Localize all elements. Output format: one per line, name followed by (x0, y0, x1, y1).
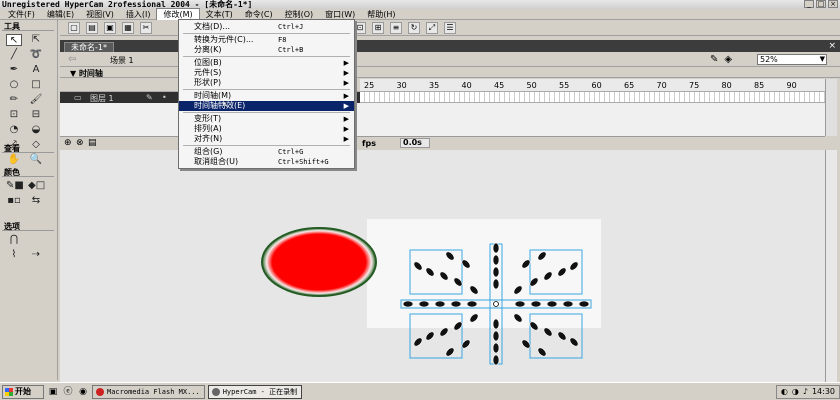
black-ellipse (425, 331, 435, 341)
hypercam-app-icon (211, 387, 220, 396)
stage-artwork (261, 227, 592, 366)
clock: 14:30 (811, 387, 835, 396)
menu-item-symbol[interactable]: 元件(S) ▶ (179, 68, 354, 78)
black-ellipse (543, 271, 553, 281)
task-flash[interactable]: Macromedia Flash MX... (92, 384, 205, 399)
tray-icon[interactable]: ◑ (792, 387, 799, 396)
black-ellipse (543, 327, 553, 337)
menu-item-ungroup[interactable]: 取消组合(U) Ctrl+Shift+G (179, 157, 354, 167)
black-ellipse (546, 300, 558, 308)
menu-item-shape[interactable]: 形状(P) ▶ (179, 78, 354, 88)
menu-separator (183, 145, 350, 146)
black-ellipse (514, 300, 526, 308)
task-hypercam-label: HyperCam - 正在录制 (222, 387, 298, 396)
desktop-icon[interactable]: ▣ (47, 386, 59, 398)
black-ellipse (439, 271, 449, 281)
menu-item-timeline[interactable]: 时间轴(M) ▶ (179, 91, 354, 101)
red-circle[interactable] (261, 227, 377, 297)
menu-separator (183, 56, 350, 57)
black-ellipse (537, 251, 547, 261)
taskbar: 开始 ▣ ⓔ ◉ Macromedia Flash MX... HyperCam… (0, 382, 840, 400)
black-ellipse (530, 300, 542, 308)
volume-icon[interactable]: ♪ (803, 387, 808, 396)
menu-item-align[interactable]: 对齐(N) ▶ (179, 134, 354, 144)
black-ellipse (439, 327, 449, 337)
task-flash-label: Macromedia Flash MX... (107, 387, 200, 396)
black-ellipse (445, 251, 455, 261)
black-ellipse (492, 278, 500, 290)
submenu-arrow-icon: ▶ (343, 92, 349, 100)
modify-menu-dropdown: 文档(D)... Ctrl+J 转换为元件(C)... F8 分离(K) Ctrl+B… (178, 19, 355, 169)
black-ellipse (578, 300, 590, 308)
black-ellipse (492, 354, 500, 366)
black-ellipse (562, 300, 574, 308)
black-ellipse (492, 342, 500, 354)
start-label: 开始 (15, 386, 31, 396)
submenu-arrow-icon: ▶ (343, 102, 349, 110)
black-ellipse (469, 313, 479, 323)
black-ellipse (492, 318, 500, 330)
menu-item-document[interactable]: 文档(D)... Ctrl+J (179, 22, 354, 32)
menu-item-group[interactable]: 组合(G) Ctrl+G (179, 147, 354, 157)
menu-item-arrange[interactable]: 排列(A) ▶ (179, 124, 354, 134)
flash-app-icon (96, 387, 104, 396)
windows-flag-icon (5, 387, 13, 396)
menu-separator (183, 89, 350, 90)
black-ellipse (569, 261, 579, 271)
system-tray: ◐ ◑ ♪ 14:30 (775, 384, 840, 399)
black-ellipse (434, 300, 446, 308)
black-ellipse (492, 242, 500, 254)
menu-item-convert-symbol[interactable]: 转换为元件(C)... F8 (179, 35, 354, 45)
black-ellipse (425, 267, 435, 277)
submenu-arrow-icon: ▶ (343, 69, 349, 77)
black-ellipse (557, 331, 567, 341)
menu-item-timeline-effects[interactable]: 时间轴特效(E) ▶ (179, 101, 354, 111)
black-ellipse (513, 313, 523, 323)
black-ellipse (492, 266, 500, 278)
mouse-cursor-icon: ↖ (222, 101, 230, 111)
black-ellipse (557, 267, 567, 277)
black-ellipse (513, 285, 523, 295)
ie-icon[interactable]: ⓔ (62, 386, 74, 398)
black-ellipse (413, 337, 423, 347)
menu-separator (183, 33, 350, 34)
submenu-arrow-icon: ▶ (343, 115, 349, 123)
black-ellipse (469, 285, 479, 295)
ellipse-pattern-group[interactable] (400, 242, 592, 366)
submenu-arrow-icon: ▶ (343, 59, 349, 67)
tray-icon[interactable]: ◐ (781, 387, 788, 396)
submenu-arrow-icon: ▶ (343, 79, 349, 87)
black-ellipse (537, 347, 547, 357)
black-ellipse (466, 300, 478, 308)
black-ellipse (418, 300, 430, 308)
menu-item-break-apart[interactable]: 分离(K) Ctrl+B (179, 45, 354, 55)
menu-item-bitmap[interactable]: 位图(B) ▶ (179, 58, 354, 68)
menu-item-transform[interactable]: 变形(T) ▶ (179, 114, 354, 124)
black-ellipse (445, 347, 455, 357)
submenu-arrow-icon: ▶ (343, 135, 349, 143)
submenu-arrow-icon: ▶ (343, 125, 349, 133)
black-ellipse (450, 300, 462, 308)
transform-point[interactable] (493, 301, 499, 307)
black-ellipse (492, 330, 500, 342)
black-ellipse (569, 337, 579, 347)
media-icon[interactable]: ◉ (77, 386, 89, 398)
start-button[interactable]: 开始 (2, 384, 44, 399)
black-ellipse (402, 300, 414, 308)
black-ellipse (413, 261, 423, 271)
task-hypercam[interactable]: HyperCam - 正在录制 (207, 384, 303, 399)
menu-separator (183, 112, 350, 113)
black-ellipse (492, 254, 500, 266)
